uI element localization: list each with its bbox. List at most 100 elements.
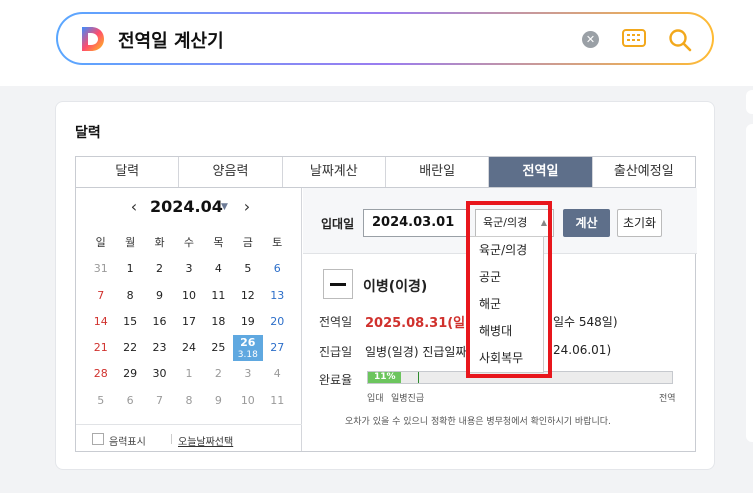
daum-logo-icon (82, 27, 104, 51)
tick-private: 일병진급 (391, 394, 425, 404)
search-icon[interactable] (667, 27, 693, 53)
calendar-day[interactable]: 17 (174, 309, 203, 335)
tab-calendar[interactable]: 달력 (76, 157, 180, 187)
calendar-day[interactable]: 7 (86, 283, 115, 309)
calendar-day[interactable]: 7 (145, 388, 174, 414)
calendar-day[interactable]: 20 (263, 309, 292, 335)
weekday-label: 토 (272, 236, 283, 249)
calendar-day[interactable]: 15 (115, 309, 144, 335)
calendar-day[interactable]: 2 (145, 256, 174, 282)
lunar-checkbox-label[interactable]: 음력표시 (109, 433, 146, 448)
today-lunar-date: 3.18 (237, 350, 258, 361)
keyboard-icon[interactable] (622, 29, 646, 47)
calendar-card: 달력 달력 양음력 날짜계산 배란일 전역일 출산예정일 ‹ 2024.04 ▼… (55, 101, 715, 470)
tab-bar: 달력 양음력 날짜계산 배란일 전역일 출산예정일 (75, 156, 696, 188)
discharge-label: 전역일 (319, 315, 353, 329)
calendar-day[interactable]: 5 (233, 256, 262, 282)
calendar-day[interactable]: 31 (86, 256, 115, 282)
clear-icon[interactable]: ✕ (582, 31, 599, 48)
calendar-header: ‹ 2024.04 ▼ › (76, 197, 302, 219)
calendar-day[interactable]: 24 (174, 335, 203, 361)
calendar-week: 21 22 23 24 25 26 3.18 27 (86, 335, 292, 362)
reset-button[interactable]: 초기화 (617, 209, 662, 237)
weekday-label: 월 (125, 236, 136, 249)
calendar-day-today[interactable]: 26 3.18 (233, 335, 263, 362)
tick-enlist: 입대 (367, 394, 384, 404)
rank-insignia-icon (323, 269, 353, 299)
month-dropdown-icon[interactable]: ▼ (221, 202, 228, 212)
calendar-grid: 일 월 화 수 목 금 토 31 1 2 3 4 5 6 7 8 9 10 11 12 13 14 15 16 17 18 19 20… (86, 230, 292, 414)
search-box[interactable]: 전역일 계산기 ✕ (56, 12, 714, 65)
calendar-day[interactable]: 5 (86, 388, 115, 414)
calendar-week: 7 8 9 10 11 12 13 (86, 283, 292, 309)
calendar-day[interactable]: 9 (145, 283, 174, 309)
promotion-text: 일병(일경) 진급일짜 (365, 345, 467, 359)
calculate-button[interactable]: 계산 (563, 209, 610, 237)
tab-lunar[interactable]: 양음력 (179, 157, 283, 187)
calendar-month: 2024.04 (150, 197, 223, 216)
top-bar: 전역일 계산기 ✕ (0, 0, 753, 86)
calendar-day[interactable]: 10 (233, 388, 262, 414)
calendar-day[interactable]: 1 (174, 361, 203, 387)
calendar-day[interactable]: 1 (115, 256, 144, 282)
calendar-day[interactable]: 19 (233, 309, 262, 335)
calendar-day[interactable]: 8 (115, 283, 144, 309)
tab-ovulation[interactable]: 배란일 (385, 157, 490, 187)
weekday-label: 일 (95, 236, 106, 249)
calendar-day[interactable]: 25 (204, 335, 233, 361)
calendar-week: 5 6 7 8 9 10 11 (86, 388, 292, 414)
calendar-day[interactable]: 14 (86, 309, 115, 335)
next-month-icon[interactable]: › (239, 197, 255, 216)
calendar-day[interactable]: 11 (204, 283, 233, 309)
calendar-day[interactable]: 22 (115, 335, 144, 361)
calendar-day[interactable]: 23 (145, 335, 174, 361)
tab-date-calc[interactable]: 날짜계산 (282, 157, 386, 187)
calendar-day[interactable]: 4 (204, 256, 233, 282)
calendar-day[interactable]: 2 (204, 361, 233, 387)
current-rank: 이병(이경) (363, 279, 428, 295)
side-card (746, 124, 753, 442)
tab-due-date[interactable]: 출산예정일 (592, 157, 695, 187)
calendar-day[interactable]: 8 (174, 388, 203, 414)
calendar-footer: 음력표시 오늘날짜선택 (76, 424, 302, 451)
highlight-box (466, 201, 552, 378)
calendar-day[interactable]: 28 (86, 361, 115, 387)
lunar-checkbox[interactable] (92, 433, 104, 445)
weekday-label: 목 (213, 236, 224, 249)
calendar-week: 31 1 2 3 4 5 6 (86, 256, 292, 282)
today-select-link[interactable]: 오늘날짜선택 (178, 433, 233, 448)
calendar-day[interactable]: 12 (233, 283, 262, 309)
calendar-day[interactable]: 3 (233, 361, 262, 387)
enlist-date-input[interactable]: 2024.03.01 (363, 209, 467, 237)
calendar-week: 14 15 16 17 18 19 20 (86, 309, 292, 335)
tab-discharge[interactable]: 전역일 (489, 157, 593, 187)
search-input[interactable]: 전역일 계산기 (118, 27, 224, 53)
calendar-day[interactable]: 13 (263, 283, 292, 309)
notice-text: 오차가 있을 수 있으니 정확한 내용은 병무청에서 확인하시기 바랍니다. (345, 417, 611, 427)
calendar-day[interactable]: 18 (204, 309, 233, 335)
calendar-day[interactable]: 16 (145, 309, 174, 335)
progress-label: 완료율 (319, 373, 353, 387)
today-day-number: 26 (240, 336, 256, 350)
progress-fill: 11% (368, 372, 402, 383)
calendar-day[interactable]: 4 (263, 361, 292, 387)
enlist-label: 입대일 (321, 217, 355, 231)
calendar-day[interactable]: 11 (263, 388, 292, 414)
tab-panel: ‹ 2024.04 ▼ › 일 월 화 수 목 금 토 31 1 2 3 4 5 6 7 8 9 10 11 12 13… (75, 188, 697, 452)
calendar-day[interactable]: 29 (115, 361, 144, 387)
calendar-day[interactable]: 6 (263, 256, 292, 282)
weekday-label: 화 (154, 236, 165, 249)
prev-month-icon[interactable]: ‹ (126, 197, 142, 216)
card-title: 달력 (75, 125, 101, 141)
calendar-day[interactable]: 9 (204, 388, 233, 414)
calendar-day[interactable]: 27 (263, 335, 292, 361)
calendar-day[interactable]: 30 (145, 361, 174, 387)
calendar-day[interactable]: 10 (174, 283, 203, 309)
service-days: 일수 548일) (553, 315, 618, 329)
calendar-day[interactable]: 21 (86, 335, 115, 361)
promotion-date: 24.06.01) (553, 343, 612, 357)
calendar-day[interactable]: 6 (115, 388, 144, 414)
weekday-label: 수 (183, 236, 195, 249)
calendar-day[interactable]: 3 (174, 256, 203, 282)
promotion-marker (418, 372, 419, 383)
